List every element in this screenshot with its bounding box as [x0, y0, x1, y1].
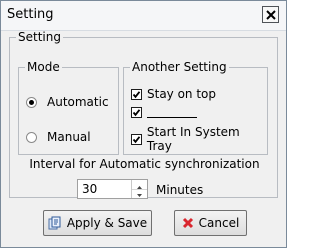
mode-group-legend: Mode: [27, 60, 60, 74]
interval-label: Interval for Automatic synchronization: [29, 157, 260, 171]
apply-save-label: Apply & Save: [66, 216, 148, 230]
window-title: Setting: [7, 7, 54, 22]
radio-indicator[interactable]: [26, 96, 37, 108]
interval-spinbox[interactable]: 30: [77, 179, 148, 199]
checkbox-unnamed[interactable]: [131, 107, 197, 118]
another-setting-legend: Another Setting: [132, 60, 227, 74]
another-setting-group: Another Setting Stay on top Start In Sys…: [123, 61, 268, 155]
close-button[interactable]: [262, 6, 279, 23]
setting-group-legend: Setting: [18, 30, 61, 44]
apply-save-button[interactable]: Apply & Save: [43, 210, 152, 236]
radio-label: Automatic: [47, 95, 109, 109]
checkbox-start-in-tray[interactable]: Start In System Tray: [131, 125, 267, 153]
checkmark-icon: [132, 90, 141, 98]
cancel-label: Cancel: [198, 216, 240, 230]
radio-automatic[interactable]: Automatic: [26, 95, 109, 109]
checkbox-box[interactable]: [131, 107, 142, 118]
cancel-button[interactable]: Cancel: [174, 210, 247, 236]
checkbox-blank-label: [147, 107, 197, 118]
checkmark-icon: [132, 109, 141, 117]
checkbox-box[interactable]: [131, 133, 142, 145]
title-bar: Setting: [1, 1, 286, 31]
arrow-down-icon: [137, 194, 142, 197]
close-icon: [266, 10, 276, 20]
spin-buttons: [131, 180, 147, 198]
checkbox-box[interactable]: [131, 88, 142, 100]
setting-group: Setting Mode Automatic Manual Another Se…: [9, 30, 278, 199]
mode-group: Mode Automatic Manual: [18, 61, 119, 155]
radio-indicator[interactable]: [26, 131, 37, 143]
interval-value[interactable]: 30: [82, 182, 97, 196]
cancel-x-icon: [182, 217, 194, 229]
checkbox-label: Start In System Tray: [146, 125, 240, 153]
checkmark-icon: [132, 135, 141, 143]
radio-manual[interactable]: Manual: [26, 130, 91, 144]
checkbox-stay-on-top[interactable]: Stay on top: [131, 87, 216, 101]
interval-unit: Minutes: [156, 183, 204, 197]
spin-down-button[interactable]: [132, 189, 147, 198]
radio-label: Manual: [47, 130, 91, 144]
apply-save-icon: [48, 216, 62, 230]
settings-window: Setting Setting Mode Automatic Manual An…: [0, 0, 287, 248]
checkbox-label: Stay on top: [147, 87, 217, 101]
